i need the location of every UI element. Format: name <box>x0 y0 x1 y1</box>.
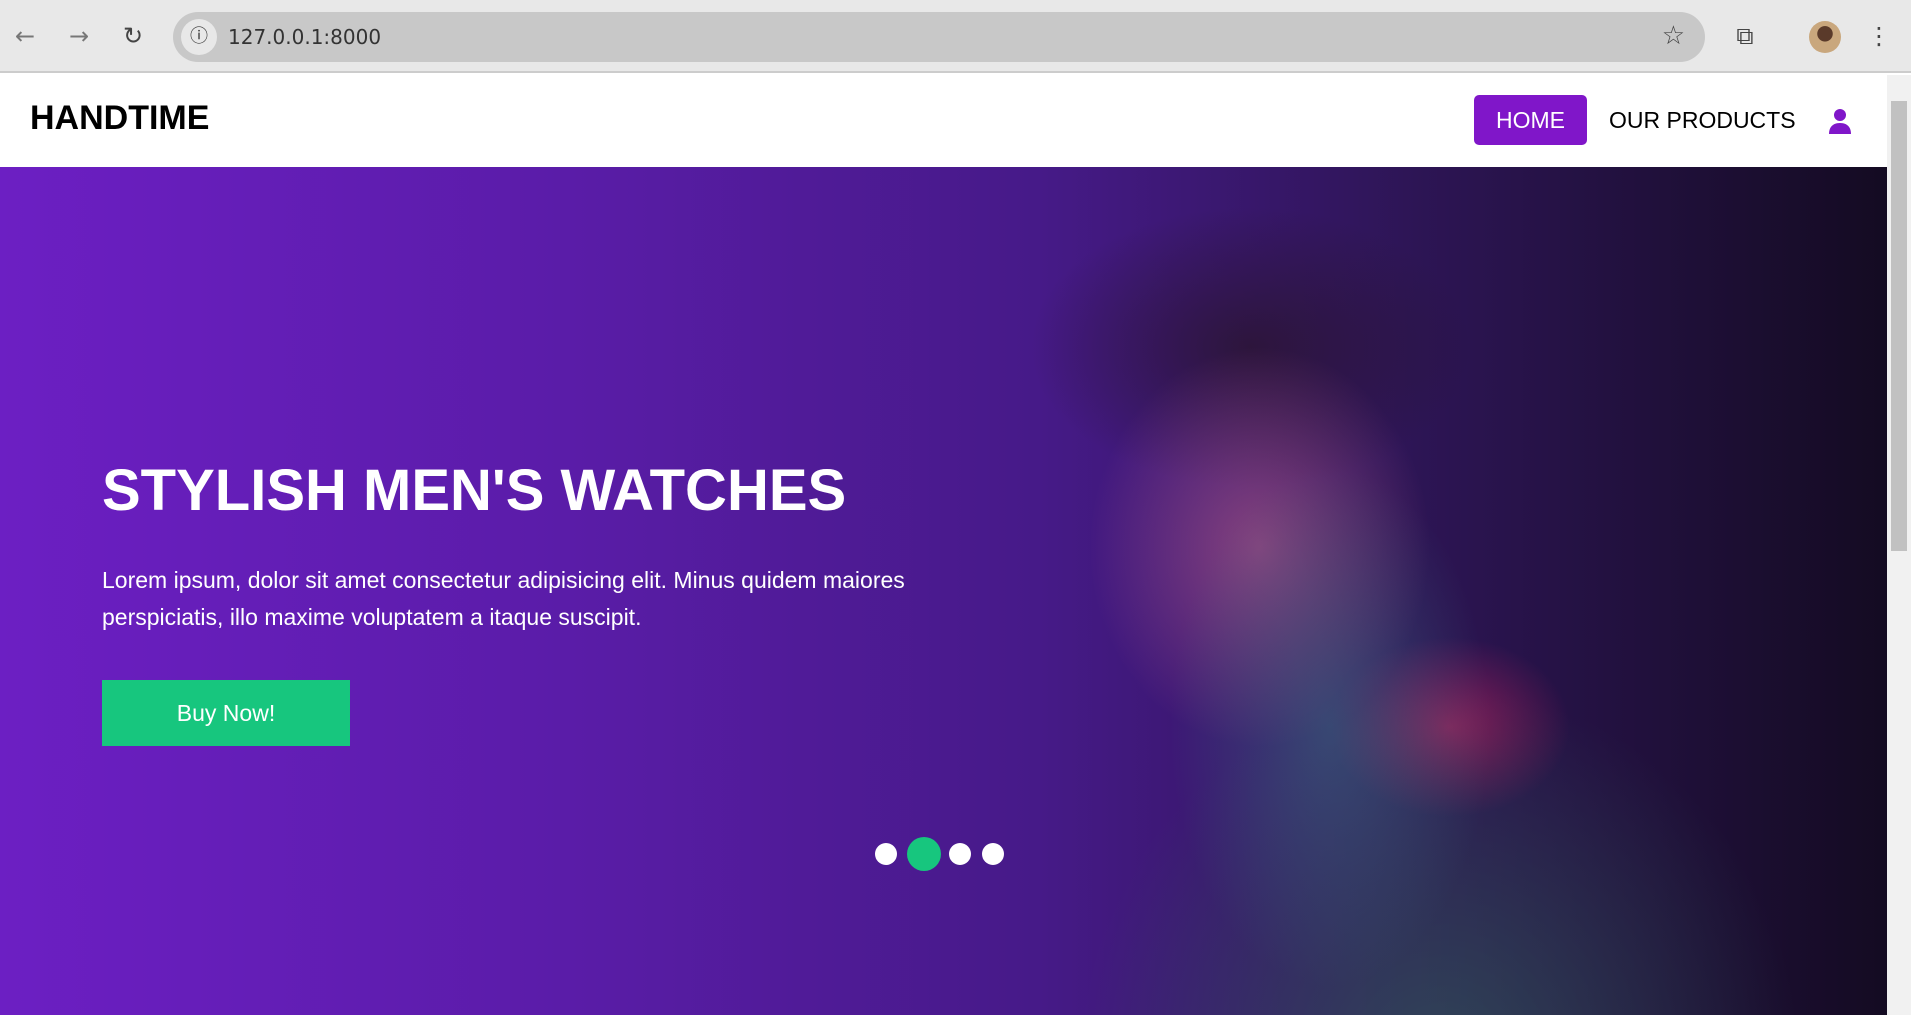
bookmark-star-icon[interactable]: ☆ <box>1662 21 1685 51</box>
carousel-dot-1[interactable] <box>875 843 897 865</box>
info-icon[interactable]: ⓘ <box>181 19 217 55</box>
hero-carousel: STYLISH MEN'S WATCHES Lorem ipsum, dolor… <box>0 167 1887 1015</box>
hero-title: STYLISH MEN'S WATCHES <box>102 458 847 523</box>
nav-our-products[interactable]: OUR PRODUCTS <box>1609 95 1796 145</box>
address-bar[interactable]: ⓘ 127.0.0.1:8000 ☆ <box>173 12 1705 62</box>
user-icon[interactable] <box>1828 108 1852 134</box>
carousel-dot-3[interactable] <box>949 843 971 865</box>
logo[interactable]: HANDTIME <box>30 99 209 138</box>
scrollbar[interactable] <box>1887 75 1911 1015</box>
back-icon[interactable]: ← <box>10 22 40 50</box>
buy-now-button[interactable]: Buy Now! <box>102 680 350 746</box>
nav-home[interactable]: HOME <box>1474 95 1587 145</box>
forward-icon[interactable]: → <box>64 22 94 50</box>
profile-avatar[interactable] <box>1809 21 1841 53</box>
navbar: HANDTIME HOME OUR PRODUCTS <box>0 75 1887 167</box>
reload-icon[interactable]: ↻ <box>118 22 148 50</box>
carousel-dot-2[interactable] <box>907 837 941 871</box>
extensions-icon[interactable]: ⧉ <box>1730 22 1760 50</box>
url-text[interactable]: 127.0.0.1:8000 <box>228 25 381 49</box>
browser-toolbar: ← → ↻ ⓘ 127.0.0.1:8000 ☆ ⧉ ⋮ <box>0 0 1911 73</box>
scrollbar-thumb[interactable] <box>1891 101 1907 551</box>
page: HANDTIME HOME OUR PRODUCTS STYLISH MEN'S… <box>0 75 1887 1015</box>
menu-icon[interactable]: ⋮ <box>1864 22 1894 50</box>
carousel-dot-4[interactable] <box>982 843 1004 865</box>
hero-description: Lorem ipsum, dolor sit amet consectetur … <box>102 567 905 630</box>
